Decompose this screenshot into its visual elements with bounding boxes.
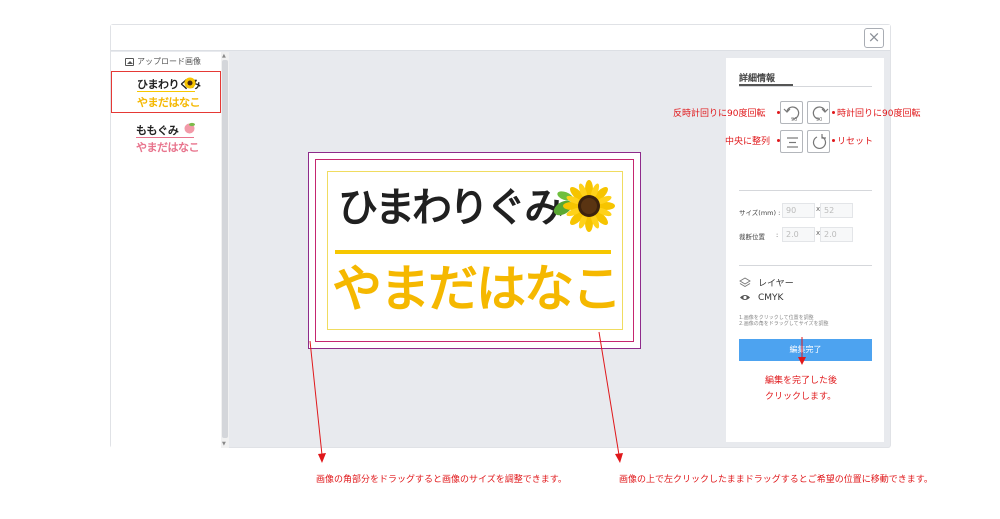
annotation-dot (832, 139, 835, 142)
annotation-finish-line2: クリックします。 (765, 392, 837, 402)
annotation-move: 画像の上で左クリックしたままドラッグするとご希望の位置に移動できます。 (619, 475, 933, 485)
annotation-rotate-ccw: 反時計回りに90度回転 (673, 109, 766, 119)
annotation-finish-line1: 編集を完了した後 (765, 376, 838, 386)
annotation-resize: 画像の角部分をドラッグすると画像のサイズを調整できます。 (316, 475, 567, 485)
annotation-dot (777, 139, 780, 142)
annotation-rotate-cw: 時計回りに90度回転 (837, 109, 921, 119)
annotation-dot (832, 111, 835, 114)
annotation-arrows (309, 331, 806, 463)
annotation-reset: リセット (837, 137, 874, 147)
annotation-center: 中央に整列 (725, 137, 771, 147)
annotation-dot (777, 111, 780, 114)
